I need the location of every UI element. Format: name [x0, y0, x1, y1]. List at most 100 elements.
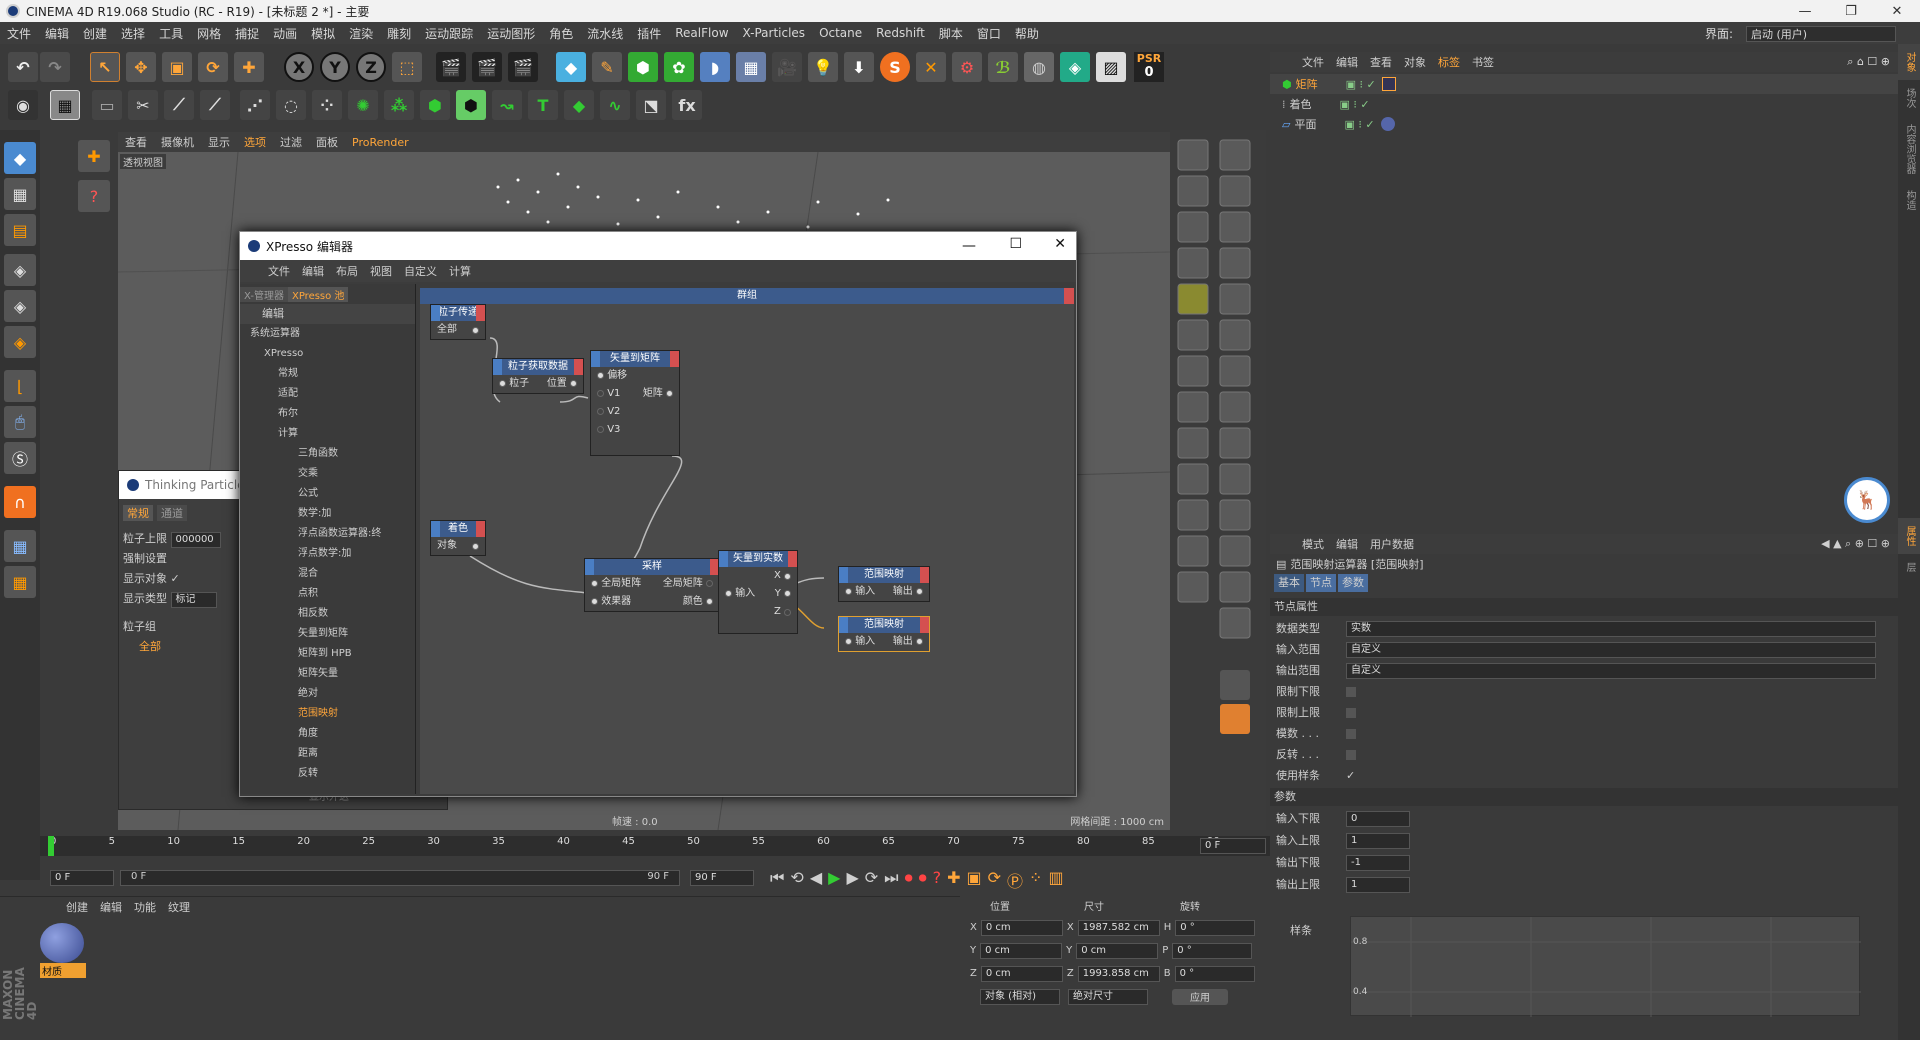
output-range-select[interactable]: 自定义	[1346, 662, 1876, 679]
tree-item[interactable]: 角度	[250, 724, 415, 744]
vp-menu-view[interactable]: 查看	[118, 134, 154, 150]
autokey-icon[interactable]: ⏺	[919, 868, 927, 892]
vp-menu-prorender[interactable]: ProRender	[345, 136, 416, 149]
points-mode-icon[interactable]: ⋰	[240, 90, 270, 120]
clamp-lower-checkbox[interactable]	[1346, 686, 1356, 697]
render-settings-icon[interactable]: 🎬	[508, 52, 538, 82]
xpresso-tag-icon[interactable]	[1381, 77, 1396, 91]
extrude-icon[interactable]: ◆	[564, 90, 594, 120]
tree-item-selected[interactable]: 范围映射	[250, 704, 415, 724]
magnet-icon[interactable]: ∩	[4, 486, 36, 518]
xpresso-maximize-button[interactable]: ☐	[1009, 236, 1022, 252]
xp-menu-view[interactable]: 视图	[364, 263, 398, 279]
tree-item[interactable]: 数学:加	[250, 504, 415, 524]
size-x-field[interactable]: 1987.582 cm	[1077, 919, 1160, 936]
side-tab-objects[interactable]: 对象	[1898, 44, 1920, 80]
sphere-grid-icon[interactable]: ◍	[1024, 52, 1054, 82]
timeline-window-icon[interactable]: ▥	[1048, 868, 1063, 892]
menu-xparticles[interactable]: X-Particles	[736, 26, 813, 40]
tree-item[interactable]: 常规	[250, 364, 415, 384]
side-tab-structure[interactable]: 构造	[1898, 182, 1920, 218]
key-rotate-icon[interactable]: ⟳	[988, 868, 1001, 892]
side-tab-takes[interactable]: 场次	[1898, 80, 1920, 116]
om-object-row[interactable]: ⁞ 着色 ▣ ⁝ ✓	[1270, 94, 1898, 114]
menu-edit[interactable]: 编辑	[38, 25, 76, 42]
tp-tab-channel[interactable]: 通道	[157, 505, 187, 521]
matrix-icon[interactable]: ⬢	[456, 90, 486, 120]
play-icon[interactable]: ▶	[828, 868, 840, 892]
port-output[interactable]	[784, 589, 791, 597]
help-icon[interactable]: ?	[78, 180, 110, 212]
port-output[interactable]	[570, 379, 577, 387]
key-scale-icon[interactable]: ▣	[967, 868, 982, 892]
attr-tab-basic[interactable]: 基本	[1274, 574, 1304, 592]
tree-item[interactable]: 相反数	[250, 604, 415, 624]
pos-z-field[interactable]: 0 cm	[980, 965, 1063, 982]
model-mode-icon[interactable]: ◆	[4, 142, 36, 174]
menu-realflow[interactable]: RealFlow	[668, 26, 735, 40]
tree-item[interactable]: 点积	[250, 584, 415, 604]
lock-workplane-icon[interactable]: ▦	[4, 530, 36, 562]
pos-y-field[interactable]: 0 cm	[980, 942, 1063, 959]
prev-key-icon[interactable]: ⟲	[790, 868, 803, 892]
download-icon[interactable]: ⬇	[844, 52, 874, 82]
xpresso-minimize-button[interactable]: —	[962, 238, 976, 254]
size-z-field[interactable]: 1993.858 cm	[1077, 965, 1160, 982]
z-axis-icon[interactable]: Z	[356, 52, 386, 82]
menu-create[interactable]: 创建	[76, 25, 114, 42]
cloner-icon[interactable]: ⁂	[384, 90, 414, 120]
rotate-icon[interactable]: ⟳	[198, 52, 228, 82]
fracture-icon[interactable]: ⬢	[420, 90, 450, 120]
key-param-icon[interactable]: Ⓟ	[1007, 868, 1023, 892]
om-object-name[interactable]: 矩阵	[1296, 76, 1346, 92]
start-frame-field[interactable]: 0 F	[50, 870, 114, 886]
tree-item[interactable]: 混合	[250, 564, 415, 584]
tp-particle-limit[interactable]: 000000	[170, 532, 221, 548]
tree-item[interactable]: 距离	[250, 744, 415, 764]
tree-item[interactable]: 三角函数	[250, 444, 415, 464]
scale-icon[interactable]: ▣	[162, 52, 192, 82]
menu-select[interactable]: 选择	[114, 25, 152, 42]
menu-mograph[interactable]: 运动图形	[480, 25, 542, 42]
port-output[interactable]	[666, 389, 673, 397]
rot-p-field[interactable]: 0 °	[1172, 942, 1253, 959]
attr-nav-icon[interactable]: ◀ ▲ ⌕ ⊕ ☐ ⊕	[1821, 537, 1898, 551]
om-object-name[interactable]: 着色	[1290, 96, 1340, 112]
snap-icon[interactable]: ✂	[128, 90, 158, 120]
menu-redshift[interactable]: Redshift	[869, 26, 932, 40]
key-move-icon[interactable]: ✚	[947, 868, 960, 892]
clamp-upper-checkbox[interactable]	[1346, 707, 1356, 718]
rot-b-field[interactable]: 0 °	[1174, 965, 1255, 982]
output-lower-field[interactable]: -1	[1346, 855, 1410, 871]
viewport-solo-icon[interactable]: ◉	[8, 90, 38, 120]
port-input[interactable]	[845, 587, 852, 595]
tree-item[interactable]: 交乘	[250, 464, 415, 484]
port-input[interactable]	[591, 597, 598, 605]
interface-select[interactable]: 启动 (用户)	[1746, 25, 1896, 42]
texture-mode-icon[interactable]: ▦	[4, 178, 36, 210]
undo-icon[interactable]: ↶	[8, 52, 38, 82]
attr-tab-params[interactable]: 参数	[1338, 574, 1368, 592]
recent-tool-icon[interactable]: ✚	[234, 52, 264, 82]
port-input[interactable]	[725, 589, 732, 597]
node-particle-pass[interactable]: 粒子传递 全部	[430, 304, 486, 340]
xp-menu-edit[interactable]: 编辑	[296, 263, 330, 279]
om-menu-object[interactable]: 对象	[1398, 54, 1432, 70]
tree-item[interactable]: 反转	[250, 764, 415, 784]
node-particle-get-data[interactable]: 粒子获取数据 粒子 位置	[492, 358, 584, 394]
next-key-icon[interactable]: ⟳	[865, 868, 878, 892]
om-menu-edit[interactable]: 编辑	[1330, 54, 1364, 70]
om-visibility-icon[interactable]: ▣ ⁝ ✓	[1340, 98, 1370, 111]
floor-plane-icon[interactable]: ▦	[4, 566, 36, 598]
attr-menu-mode[interactable]: 模式	[1296, 536, 1330, 552]
port-output[interactable]	[784, 572, 791, 580]
playhead[interactable]	[48, 836, 54, 856]
tree-item[interactable]: 布尔	[250, 404, 415, 424]
axis-icon[interactable]: ⌊	[4, 370, 36, 402]
node-range-mapper-2[interactable]: 范围映射 输入 输出	[838, 616, 930, 652]
redo-icon[interactable]: ↷	[40, 52, 70, 82]
timeline-ruler[interactable]: 0 5 10 15 20 25 30 35 40 45 50 55 60 65 …	[40, 836, 1270, 856]
tree-item[interactable]: XPresso	[250, 344, 415, 364]
port-input[interactable]	[845, 637, 852, 645]
xp-menu-calculate[interactable]: 计算	[443, 263, 477, 279]
